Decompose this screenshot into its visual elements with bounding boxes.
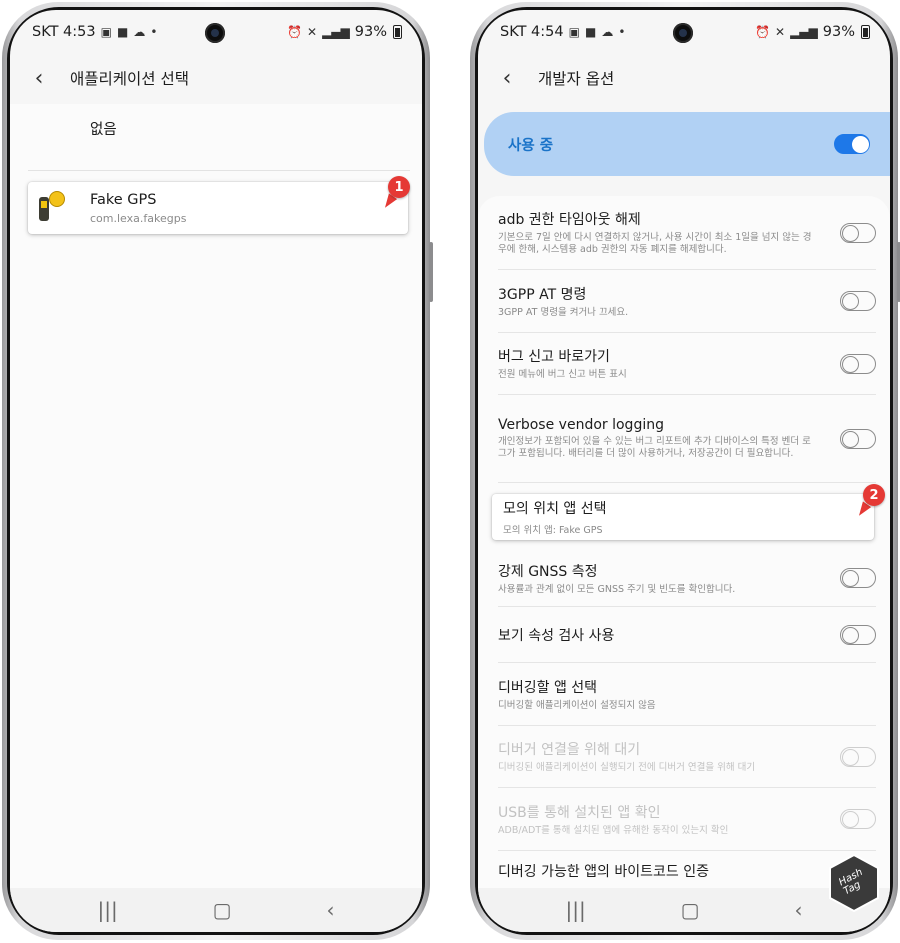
setting-title: 모의 위치 앱 선택 xyxy=(503,501,607,517)
carrier-time: SKT 4:53 xyxy=(32,24,96,40)
gallery-icon: ▣ xyxy=(568,25,580,39)
setting-title: 디버거 연결을 위해 대기 xyxy=(498,742,641,758)
step-marker-1: 1 xyxy=(388,176,410,198)
battery-level: 93% xyxy=(822,24,855,40)
setting-summary: 모의 위치 앱: Fake GPS xyxy=(503,525,603,536)
signal-icon: ▂▄▆ xyxy=(790,25,818,39)
setting-title: 강제 GNSS 측정 xyxy=(498,563,598,580)
weather-icon: ☁ xyxy=(601,25,614,39)
mute-icon: ✕ xyxy=(775,25,786,39)
recents-icon[interactable]: ||| xyxy=(97,898,117,922)
alarm-icon: ⏰ xyxy=(755,25,771,39)
setting-summary: 기본으로 7일 안에 다시 연결하지 않거나, 사용 시간이 최소 1일을 넘지… xyxy=(498,232,812,255)
setting-bytecode-verification[interactable]: 디버깅 가능한 앱의 바이트코드 인증 xyxy=(498,851,876,889)
setting-title: USB를 통해 설치된 앱 확인 xyxy=(498,804,661,821)
toggle-bug-report-shortcut[interactable] xyxy=(840,353,876,374)
battery-icon xyxy=(393,25,402,39)
setting-summary: 전원 메뉴에 버그 신고 버튼 표시 xyxy=(498,369,627,380)
setting-debug-app[interactable]: 디버깅할 앱 선택 디버깅할 애플리케이션이 설정되지 않음 xyxy=(498,663,876,726)
carrier-time: SKT 4:54 xyxy=(500,24,564,40)
setting-title: 보기 속성 검사 사용 xyxy=(498,627,615,644)
setting-bug-report-shortcut[interactable]: 버그 신고 바로가기 전원 메뉴에 버그 신고 버튼 표시 xyxy=(498,333,876,395)
setting-wait-for-debugger: 디버거 연결을 위해 대기 디버깅된 애플리케이션이 실행되기 전에 디버거 연… xyxy=(498,726,876,788)
app-package: com.lexa.fakegps xyxy=(90,211,187,225)
setting-title: 디버깅할 앱 선택 xyxy=(498,679,598,696)
step-marker-2: 2 xyxy=(863,484,885,506)
app-name: Fake GPS xyxy=(90,191,157,208)
screen-developer-options: SKT 4:54 ▣ ■ ☁ • ⏰ ✕ ▂▄▆ 93% ‹ 개발자 옵션 사용… xyxy=(478,10,890,932)
setting-force-gnss[interactable]: 강제 GNSS 측정 사용률과 관계 없이 모든 GNSS 주기 및 빈도를 확… xyxy=(498,550,876,607)
setting-summary: 디버깅할 애플리케이션이 설정되지 않음 xyxy=(498,699,656,711)
setting-mock-location-app[interactable]: 모의 위치 앱 선택 모의 위치 앱: Fake GPS xyxy=(492,494,874,540)
developer-options-master-switch[interactable]: 사용 중 xyxy=(484,112,890,176)
setting-view-attribute-inspection[interactable]: 보기 속성 검사 사용 xyxy=(498,607,876,663)
recents-icon[interactable]: ||| xyxy=(565,898,585,922)
mute-icon: ✕ xyxy=(307,25,318,39)
setting-title: adb 권한 타임아웃 해제 xyxy=(498,212,641,228)
setting-title: 3GPP AT 명령 xyxy=(498,286,587,303)
weather-icon: ☁ xyxy=(133,25,146,39)
setting-summary: 디버깅된 애플리케이션이 실행되기 전에 디버거 연결을 위해 대기 xyxy=(498,762,756,773)
navigation-bar: ||| ▢ ‹ xyxy=(10,888,422,932)
app-bar: ‹ 애플리케이션 선택 xyxy=(10,58,422,98)
gallery-icon: ▣ xyxy=(100,25,112,39)
toggle-verbose-vendor-logging[interactable] xyxy=(840,428,876,449)
setting-summary: 사용률과 관계 없이 모든 GNSS 주기 및 빈도를 확인합니다. xyxy=(498,583,736,595)
signal-icon: ▂▄▆ xyxy=(322,25,350,39)
phone-left: SKT 4:53 ▣ ■ ☁ • ⏰ ✕ ▂▄▆ 93% ‹ 애플리케이션 선택… xyxy=(2,2,433,940)
naver-icon: ■ xyxy=(584,25,597,39)
page-title: 개발자 옵션 xyxy=(538,70,615,88)
dot-icon: • xyxy=(150,25,158,39)
alarm-icon: ⏰ xyxy=(287,25,303,39)
setting-3gpp-at[interactable]: 3GPP AT 명령 3GPP AT 명령을 켜거나 끄세요. xyxy=(498,270,876,333)
hashtag-watermark-logo: Hash Tag xyxy=(828,853,880,913)
home-icon[interactable]: ▢ xyxy=(213,898,232,922)
back-arrow-icon[interactable]: ‹ xyxy=(26,65,52,91)
battery-icon xyxy=(861,25,870,39)
setting-verify-usb-apps: USB를 통해 설치된 앱 확인 ADB/ADT를 통해 설치된 앱에 유해한 … xyxy=(498,788,876,851)
battery-level: 93% xyxy=(354,24,387,40)
option-none[interactable]: 없음 xyxy=(90,118,117,139)
dot-icon: • xyxy=(618,25,626,39)
power-button xyxy=(429,242,433,302)
home-icon[interactable]: ▢ xyxy=(681,898,700,922)
page-title: 애플리케이션 선택 xyxy=(70,70,190,88)
toggle-adb-timeout[interactable] xyxy=(840,222,876,243)
master-toggle[interactable] xyxy=(834,134,870,154)
fake-gps-app-icon xyxy=(36,191,66,225)
toggle-force-gnss[interactable] xyxy=(840,568,876,588)
toggle-view-attribute-inspection[interactable] xyxy=(840,624,876,645)
back-icon[interactable]: ‹ xyxy=(327,898,335,922)
setting-summary: 3GPP AT 명령을 켜거나 끄세요. xyxy=(498,306,629,318)
screen-app-selection: SKT 4:53 ▣ ■ ☁ • ⏰ ✕ ▂▄▆ 93% ‹ 애플리케이션 선택… xyxy=(10,10,422,932)
back-icon[interactable]: ‹ xyxy=(795,898,803,922)
setting-verbose-vendor-logging[interactable]: Verbose vendor logging 개인정보가 포함되어 있을 수 있… xyxy=(498,395,876,483)
settings-panel: adb 권한 타임아웃 해제 기본으로 7일 안에 다시 연결하지 않거나, 사… xyxy=(478,196,890,888)
app-list-panel: 없음 Fake GPS com.lexa.fakegps xyxy=(10,104,422,888)
setting-adb-timeout[interactable]: adb 권한 타임아웃 해제 기본으로 7일 안에 다시 연결하지 않거나, 사… xyxy=(498,196,876,270)
back-arrow-icon[interactable]: ‹ xyxy=(494,65,520,91)
setting-title: Verbose vendor logging xyxy=(498,417,664,433)
front-camera xyxy=(205,23,225,43)
divider xyxy=(28,170,410,171)
front-camera xyxy=(673,23,693,43)
setting-title: 버그 신고 바로가기 xyxy=(498,349,610,365)
in-use-label: 사용 중 xyxy=(508,137,554,154)
app-bar: ‹ 개발자 옵션 xyxy=(478,58,890,98)
app-item-fake-gps[interactable]: Fake GPS com.lexa.fakegps xyxy=(28,182,408,234)
setting-summary: ADB/ADT를 통해 설치된 앱에 유해한 동작이 있는지 확인 xyxy=(498,824,729,836)
setting-summary: 개인정보가 포함되어 있을 수 있는 버그 리포트에 추가 디바이스의 특정 벤… xyxy=(498,436,811,459)
setting-title: 디버깅 가능한 앱의 바이트코드 인증 xyxy=(498,864,709,880)
toggle-verify-usb-apps xyxy=(840,809,876,829)
naver-icon: ■ xyxy=(116,25,129,39)
toggle-wait-for-debugger xyxy=(840,746,876,767)
toggle-3gpp-at[interactable] xyxy=(840,291,876,311)
phone-right: SKT 4:54 ▣ ■ ☁ • ⏰ ✕ ▂▄▆ 93% ‹ 개발자 옵션 사용… xyxy=(470,2,900,940)
